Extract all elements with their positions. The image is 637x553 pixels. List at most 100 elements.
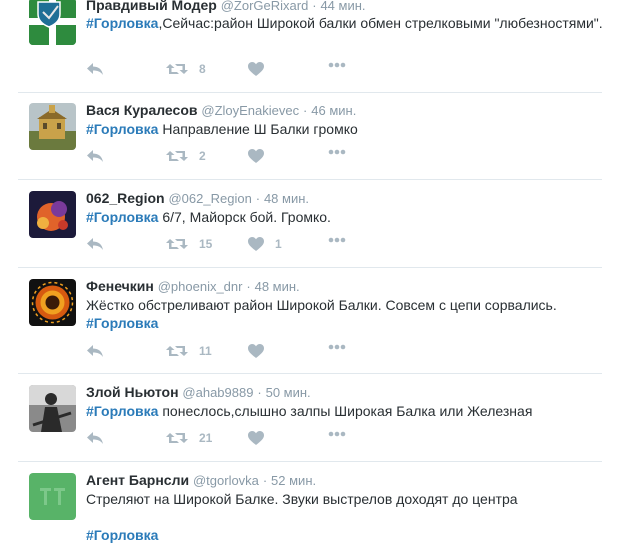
phoenix-avatar-icon bbox=[29, 279, 76, 326]
avatar[interactable] bbox=[29, 191, 76, 238]
hashtag-link[interactable]: #Горловка bbox=[86, 209, 158, 225]
more-icon bbox=[328, 431, 346, 437]
hashtag-link[interactable]: #Горловка bbox=[86, 15, 158, 31]
avatar[interactable] bbox=[29, 473, 76, 520]
user-name[interactable]: 062_Region bbox=[86, 190, 165, 206]
hashtag-link[interactable]: #Горловка bbox=[86, 403, 158, 419]
retweet-count: 2 bbox=[199, 149, 206, 163]
reply-button[interactable] bbox=[86, 344, 104, 358]
tweet-text: Стреляют на Широкой Балке. Звуки выстрел… bbox=[86, 490, 606, 508]
separator-dot: · bbox=[312, 0, 317, 13]
tweet-body: Направление Ш Балки громко bbox=[158, 121, 358, 137]
like-count: 1 bbox=[275, 237, 282, 251]
tweet-text: #Горловка понеслось,слышно залпы Широкая… bbox=[86, 402, 606, 420]
like-button[interactable] bbox=[248, 62, 275, 76]
tweet-body: ,Сейчас:район Широкой балки обмен стрелк… bbox=[158, 15, 603, 31]
like-icon bbox=[248, 149, 264, 163]
retweet-icon bbox=[166, 433, 188, 443]
more-button[interactable] bbox=[328, 149, 346, 155]
tweet[interactable]: Агент Барнсли @tgorlovka · 52 мин. Стрел… bbox=[0, 462, 637, 553]
more-icon bbox=[328, 149, 346, 155]
like-button[interactable] bbox=[248, 344, 275, 358]
retweet-button[interactable]: 15 bbox=[166, 237, 212, 251]
separator-dot: · bbox=[262, 473, 268, 488]
like-button[interactable]: 1 bbox=[248, 237, 282, 251]
reply-button[interactable] bbox=[86, 431, 104, 445]
timeline: Правдивый Модер @ZorGeRixard · 44 мин. #… bbox=[0, 0, 637, 553]
tweet[interactable]: Злой Ньютон @ahab9889 · 50 мин. #Горловк… bbox=[0, 374, 637, 461]
reply-button[interactable] bbox=[86, 149, 104, 163]
tweet[interactable]: 062_Region @062_Region · 48 мин. #Горлов… bbox=[0, 180, 637, 267]
retweet-button[interactable]: 11 bbox=[166, 344, 212, 358]
retweet-button[interactable]: 21 bbox=[166, 431, 212, 445]
timestamp[interactable]: 50 мин. bbox=[266, 385, 311, 400]
timestamp[interactable]: 52 мин. bbox=[271, 473, 316, 488]
reply-button[interactable] bbox=[86, 237, 104, 251]
timestamp[interactable]: 48 мин. bbox=[255, 279, 300, 294]
user-handle[interactable]: @ZorGeRixard bbox=[221, 0, 309, 13]
hashtag-link[interactable]: #Горловка bbox=[86, 121, 158, 137]
tweet[interactable]: Правдивый Модер @ZorGeRixard · 44 мин. #… bbox=[0, 0, 637, 92]
like-icon bbox=[248, 62, 264, 76]
region-avatar-icon bbox=[29, 191, 76, 238]
more-icon bbox=[328, 344, 346, 350]
more-button[interactable] bbox=[328, 237, 346, 243]
avatar[interactable] bbox=[29, 279, 76, 326]
hashtag-link[interactable]: #Горловка bbox=[86, 527, 158, 543]
user-name[interactable]: Фенечкин bbox=[86, 278, 154, 294]
user-name[interactable]: Злой Ньютон bbox=[86, 384, 179, 400]
avatar[interactable] bbox=[29, 385, 76, 432]
user-handle[interactable]: @062_Region bbox=[168, 191, 251, 206]
like-button[interactable] bbox=[248, 149, 275, 163]
user-handle[interactable]: @ahab9889 bbox=[182, 385, 253, 400]
tweet-text: #Горловка,Сейчас:район Широкой балки обм… bbox=[86, 14, 606, 32]
tweet[interactable]: Фенечкин @phoenix_dnr · 48 мин. Жёстко о… bbox=[0, 268, 637, 373]
like-icon bbox=[248, 344, 264, 358]
retweet-count: 15 bbox=[199, 237, 213, 251]
user-name[interactable]: Агент Барнсли bbox=[86, 472, 189, 488]
retweet-count: 8 bbox=[199, 62, 206, 76]
reply-icon bbox=[87, 345, 103, 357]
figure-avatar-icon bbox=[29, 385, 76, 432]
reply-icon bbox=[87, 150, 103, 162]
more-button[interactable] bbox=[328, 431, 346, 437]
more-icon bbox=[328, 237, 346, 243]
hashtag-link[interactable]: #Горловка bbox=[86, 315, 158, 331]
like-button[interactable] bbox=[248, 431, 275, 445]
tt-logo-avatar-icon bbox=[29, 473, 76, 520]
user-handle[interactable]: @ZloyEnakievec bbox=[201, 103, 299, 118]
more-button[interactable] bbox=[328, 344, 346, 350]
retweet-count: 21 bbox=[199, 431, 213, 445]
avatar[interactable] bbox=[29, 103, 76, 150]
tweet[interactable]: Вася Куралесов @ZloyEnakievec · 46 мин. … bbox=[0, 93, 637, 179]
retweet-icon bbox=[166, 151, 188, 161]
retweet-count: 11 bbox=[199, 344, 212, 358]
more-icon bbox=[328, 62, 346, 68]
separator-dot: · bbox=[246, 279, 251, 294]
retweet-icon bbox=[166, 64, 188, 74]
avatar[interactable] bbox=[29, 0, 76, 45]
timestamp[interactable]: 48 мин. bbox=[264, 191, 309, 206]
reply-icon bbox=[87, 432, 103, 444]
user-handle[interactable]: @tgorlovka bbox=[193, 473, 259, 488]
tweet-body: 6/7, Майорск бой. Громко. bbox=[158, 209, 331, 225]
shield-avatar-icon bbox=[29, 0, 76, 45]
user-name[interactable]: Правдивый Модер bbox=[86, 0, 217, 13]
retweet-button[interactable]: 8 bbox=[166, 62, 206, 76]
building-avatar-icon bbox=[29, 103, 76, 150]
more-button[interactable] bbox=[328, 62, 346, 68]
user-handle[interactable]: @phoenix_dnr bbox=[158, 279, 243, 294]
like-icon bbox=[248, 237, 264, 251]
retweet-button[interactable]: 2 bbox=[166, 149, 206, 163]
reply-icon bbox=[87, 238, 103, 250]
reply-button[interactable] bbox=[86, 62, 104, 76]
tweet-body: Стреляют на Широкой Балке. Звуки выстрел… bbox=[86, 491, 518, 507]
tweet-hashtag-line: #Горловка bbox=[86, 526, 606, 544]
tweet-text: #Горловка 6/7, Майорск бой. Громко. bbox=[86, 208, 606, 226]
separator-dot: · bbox=[255, 191, 261, 206]
like-icon bbox=[248, 431, 264, 445]
tweet-text: #Горловка Направление Ш Балки громко bbox=[86, 120, 606, 138]
timestamp[interactable]: 44 мин. bbox=[320, 0, 365, 13]
timestamp[interactable]: 46 мин. bbox=[311, 103, 356, 118]
user-name[interactable]: Вася Куралесов bbox=[86, 102, 197, 118]
